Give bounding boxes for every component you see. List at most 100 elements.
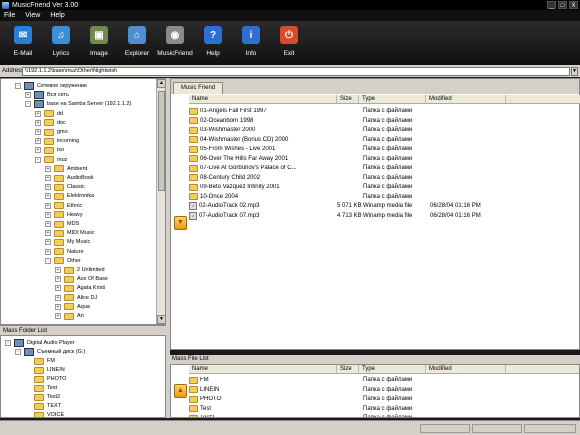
folder-icon [189, 405, 198, 412]
image-icon: ▣ [90, 26, 108, 44]
toolbar-email-button[interactable]: ✉ E-Mail [4, 21, 42, 65]
file-row[interactable]: 07-Live At Gorbunov's Palace of C... Папк… [189, 163, 506, 173]
file-row[interactable]: 09-Beto Vazquez Infinity 2001 Папка с фай… [189, 182, 506, 192]
mass-file-row[interactable]: LINEIN Папка с файлами [189, 385, 426, 395]
tab-music-friend[interactable]: Music Friend [173, 82, 223, 94]
mass-file-row[interactable]: Test2 Папка с файлами [189, 413, 426, 418]
tree-item[interactable]: + Ari [55, 311, 84, 321]
address-input[interactable]: \\192.1.1.2\base\muz\Other\Nightwish [22, 66, 570, 76]
folder-icon [64, 303, 74, 311]
expand-icon[interactable]: + [55, 267, 61, 273]
mass-file-panel[interactable]: Name Size Type Modified ▲ FM Папка с файл… [170, 364, 580, 418]
expand-icon[interactable]: + [35, 119, 41, 126]
toolbar-explorer-button[interactable]: ⌂ Explorer [118, 21, 156, 65]
toolbar-help-button[interactable]: ? Help [194, 21, 232, 65]
mass-file-row[interactable]: FM Папка с файлами [189, 375, 426, 385]
address-bar: Address \\192.1.1.2\base\muz\Other\Night… [0, 65, 580, 77]
address-dropdown-button[interactable]: ▼ [571, 66, 578, 76]
expand-icon[interactable]: + [35, 129, 41, 135]
collapse-icon[interactable]: - [15, 83, 21, 89]
file-row[interactable]: 04-Wishmaster (Bonus CD) 2000 Папка с фай… [189, 135, 506, 145]
column-type[interactable]: Type [359, 95, 426, 103]
column-size[interactable]: Size [337, 95, 359, 103]
expand-icon[interactable]: + [45, 202, 51, 209]
file-list-header: Name Size Type Modified [189, 95, 580, 104]
column-name[interactable]: Name [189, 95, 337, 103]
file-name-cell: 05-From Wishes - Live 2001 [189, 145, 337, 153]
mass-folder-panel[interactable]: - Digital Audio Player - Съемный диск (G:) F… [0, 335, 166, 418]
expand-icon[interactable]: + [45, 248, 51, 255]
audio-file-icon: ♪ [189, 202, 197, 210]
transfer-up-button[interactable]: ▲ [174, 384, 187, 398]
mass-column-type[interactable]: Type [359, 365, 426, 373]
column-modified[interactable]: Modified [426, 95, 506, 103]
expand-icon[interactable]: + [35, 138, 41, 145]
expand-icon[interactable]: + [35, 147, 41, 154]
toolbar-exit-button[interactable]: ⏻ Exit [270, 21, 308, 65]
menu-view[interactable]: View [25, 12, 40, 19]
expand-icon[interactable]: + [55, 303, 61, 310]
file-row[interactable]: ♪ 07-AudioTrack 07.mp3 4 713 KB Winamp medi… [189, 211, 506, 221]
expand-icon[interactable]: + [55, 313, 61, 319]
scroll-down-arrow[interactable]: ▼ [157, 315, 165, 324]
expand-icon[interactable]: + [25, 92, 31, 99]
file-row[interactable]: ♪ 02-AudioTrack 02.mp3 5 071 KB Winamp medi… [189, 201, 506, 211]
mass-column-size[interactable]: Size [337, 365, 359, 373]
folder-icon [54, 202, 64, 210]
folder-tree-panel[interactable]: ▲ ▼ - Сетевое окружение + Вся сеть - base на … [0, 78, 166, 325]
file-type: Папка с файлами [363, 193, 413, 200]
file-name: Test2 [200, 415, 215, 418]
expand-icon[interactable]: + [55, 294, 61, 301]
expand-icon[interactable]: + [55, 285, 61, 292]
expand-icon[interactable]: + [45, 230, 51, 237]
expand-icon[interactable]: + [45, 184, 51, 191]
expand-icon[interactable]: + [55, 276, 61, 283]
toolbar-image-button[interactable]: ▣ Image [80, 21, 118, 65]
file-row[interactable]: 10-Once 2004 Папка с файлами [189, 192, 506, 202]
file-row[interactable]: 03-Wishmaster 2000 Папка с файлами [189, 125, 506, 135]
mass-column-name[interactable]: Name [189, 365, 337, 373]
mass-column-modified[interactable]: Modified [426, 365, 506, 373]
tree-item-label: dd [57, 110, 64, 117]
scroll-up-arrow[interactable]: ▲ [157, 79, 165, 88]
scroll-thumb[interactable] [158, 91, 165, 191]
mass-file-row[interactable]: Test Папка с файлами [189, 404, 426, 414]
collapse-icon[interactable]: - [45, 257, 51, 264]
collapse-icon[interactable]: - [35, 156, 41, 163]
expand-icon[interactable]: + [45, 193, 51, 200]
toolbar-info-button[interactable]: i Info [232, 21, 270, 65]
file-row[interactable]: 02-Oceanborn 1998 Папка с файлами [189, 116, 506, 126]
tree-item-label: Alice DJ [77, 294, 98, 301]
menu-file[interactable]: File [4, 12, 15, 19]
file-name: 09-Beto Vazquez Infinity 2001 [200, 184, 280, 190]
folder-tree-scrollbar[interactable]: ▲ ▼ [156, 79, 165, 324]
maximize-button[interactable]: □ [558, 1, 567, 9]
file-row[interactable]: 06-Over The Hills Far Away 2001 Папка с ф… [189, 154, 506, 164]
file-row[interactable]: 01-Angels Fall First 1997 Папка с файлами [189, 106, 506, 116]
file-name: 07-AudioTrack 07.mp3 [199, 212, 260, 219]
file-name: 08-Century Child 2002 [200, 174, 261, 181]
expand-icon[interactable]: + [45, 175, 51, 181]
close-button[interactable]: X [569, 1, 578, 9]
file-row[interactable]: 05-From Wishes - Live 2001 Папка с файлам… [189, 144, 506, 154]
minimize-button[interactable]: _ [547, 1, 556, 9]
mass-file-row[interactable]: PHOTO Папка с файлами [189, 394, 426, 404]
expand-icon[interactable]: + [45, 221, 51, 227]
folder-icon [189, 183, 198, 191]
file-list-panel[interactable]: Music Friend Name Size Type Modified ▼ 0… [170, 78, 580, 350]
tree-item[interactable]: VOICE [25, 410, 64, 417]
collapse-icon[interactable]: - [5, 340, 11, 346]
mass-file-label: Mass File List [170, 355, 580, 364]
folder-icon [54, 211, 64, 219]
toolbar-lyrics-button[interactable]: ♫ Lyrics [42, 21, 80, 65]
menu-help[interactable]: Help [50, 12, 64, 19]
expand-icon[interactable]: + [45, 239, 51, 246]
expand-icon[interactable]: + [45, 165, 51, 172]
file-row[interactable]: 08-Century Child 2002 Папка с файлами [189, 173, 506, 183]
expand-icon[interactable]: + [35, 110, 41, 117]
collapse-icon[interactable]: - [25, 101, 31, 108]
transfer-down-button[interactable]: ▼ [174, 216, 187, 230]
toolbar-musicfriend-button[interactable]: ◉ MusicFriend [156, 21, 194, 65]
expand-icon[interactable]: + [45, 211, 51, 218]
collapse-icon[interactable]: - [15, 349, 21, 355]
